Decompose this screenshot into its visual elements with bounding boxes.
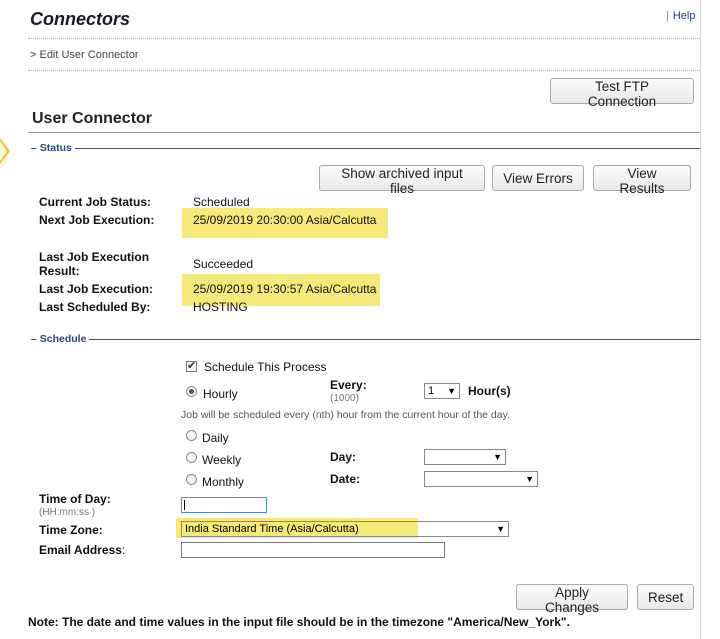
text-caret — [184, 500, 185, 510]
email-input[interactable] — [181, 542, 445, 558]
daily-radio[interactable] — [186, 430, 197, 441]
help-link[interactable]: Help — [673, 10, 696, 22]
time-of-day-label: Time of Day: — [39, 492, 111, 506]
test-ftp-connection-button[interactable]: Test FTP Connection — [550, 78, 694, 109]
day-label: Day: — [330, 450, 357, 464]
email-label-text: Email Address — [39, 543, 122, 557]
status-legend: – Status — [28, 142, 75, 154]
daily-label: Daily — [202, 431, 229, 445]
chevron-down-icon: ▼ — [525, 474, 534, 484]
schedule-process-label: Schedule This Process — [204, 360, 327, 374]
time-of-day-format: (HH:mm:ss ) — [39, 507, 96, 518]
timezone-label: Time Zone: — [39, 523, 103, 537]
every-sub-label: (1000) — [330, 393, 359, 404]
section-divider — [28, 132, 700, 133]
monthly-label: Monthly — [202, 475, 245, 489]
every-select-value: 1 — [428, 385, 435, 397]
last-exec-value: 25/09/2019 19:30:57 Asia/Calcutta — [193, 282, 377, 296]
view-results-button[interactable]: View Results — [593, 165, 691, 196]
schedule-legend: – Schedule — [28, 333, 90, 345]
chevron-down-icon: ▼ — [493, 452, 502, 462]
apply-changes-button[interactable]: Apply Changes — [516, 584, 628, 615]
next-exec-value: 25/09/2019 20:30:00 Asia/Calcutta — [193, 213, 377, 227]
help-separator: | — [666, 10, 669, 22]
schedule-process-checkbox[interactable] — [186, 359, 197, 372]
last-exec-label: Last Job Execution: — [39, 282, 154, 296]
last-by-label: Last Scheduled By: — [39, 300, 151, 314]
time-of-day-input[interactable] — [181, 497, 267, 513]
last-result-label-line2: Result: — [39, 264, 80, 278]
right-border-line — [700, 0, 701, 639]
timezone-note: Note: The date and time values in the in… — [28, 615, 570, 629]
timezone-select[interactable]: India Standard Time (Asia/Calcutta) ▼ — [181, 521, 509, 537]
hourly-radio[interactable] — [186, 386, 197, 397]
next-exec-label: Next Job Execution: — [39, 213, 155, 227]
day-select[interactable]: ▼ — [424, 449, 506, 465]
date-select[interactable]: ▼ — [424, 471, 538, 487]
schedule-hint: Job will be scheduled every (nth) hour f… — [181, 409, 510, 421]
hourly-label: Hourly — [203, 387, 238, 401]
help-area: | Help — [666, 10, 695, 22]
reset-button[interactable]: Reset — [637, 584, 694, 610]
monthly-radio[interactable] — [186, 474, 197, 485]
last-result-label-line1: Last Job Execution — [39, 250, 150, 264]
side-pointer-inner — [0, 141, 7, 161]
hours-label: Hour(s) — [468, 384, 511, 398]
date-label: Date: — [330, 472, 361, 486]
last-by-value: HOSTING — [193, 300, 248, 314]
timezone-select-value: India Standard Time (Asia/Calcutta) — [185, 523, 359, 535]
every-label: Every: — [330, 378, 367, 392]
chevron-down-icon: ▼ — [496, 524, 505, 534]
divider-top — [28, 38, 700, 39]
divider-breadcrumb — [28, 70, 700, 71]
view-errors-button[interactable]: View Errors — [492, 165, 584, 191]
schedule-fieldset-line — [28, 339, 700, 340]
show-archived-files-button[interactable]: Show archived input files — [319, 165, 485, 196]
every-select[interactable]: 1 ▼ — [424, 383, 460, 399]
email-label: Email Address: — [39, 543, 125, 557]
weekly-radio[interactable] — [186, 452, 197, 463]
current-status-label: Current Job Status: — [39, 195, 152, 209]
email-label-colon: : — [121, 543, 126, 557]
status-fieldset-line — [28, 148, 700, 149]
section-title: User Connector — [32, 110, 153, 127]
current-status-value: Scheduled — [193, 195, 250, 209]
page-title: Connectors — [30, 9, 131, 29]
last-result-value: Succeeded — [193, 257, 254, 271]
weekly-label: Weekly — [202, 453, 242, 467]
breadcrumb[interactable]: > Edit User Connector — [30, 49, 139, 61]
chevron-down-icon: ▼ — [447, 386, 456, 396]
